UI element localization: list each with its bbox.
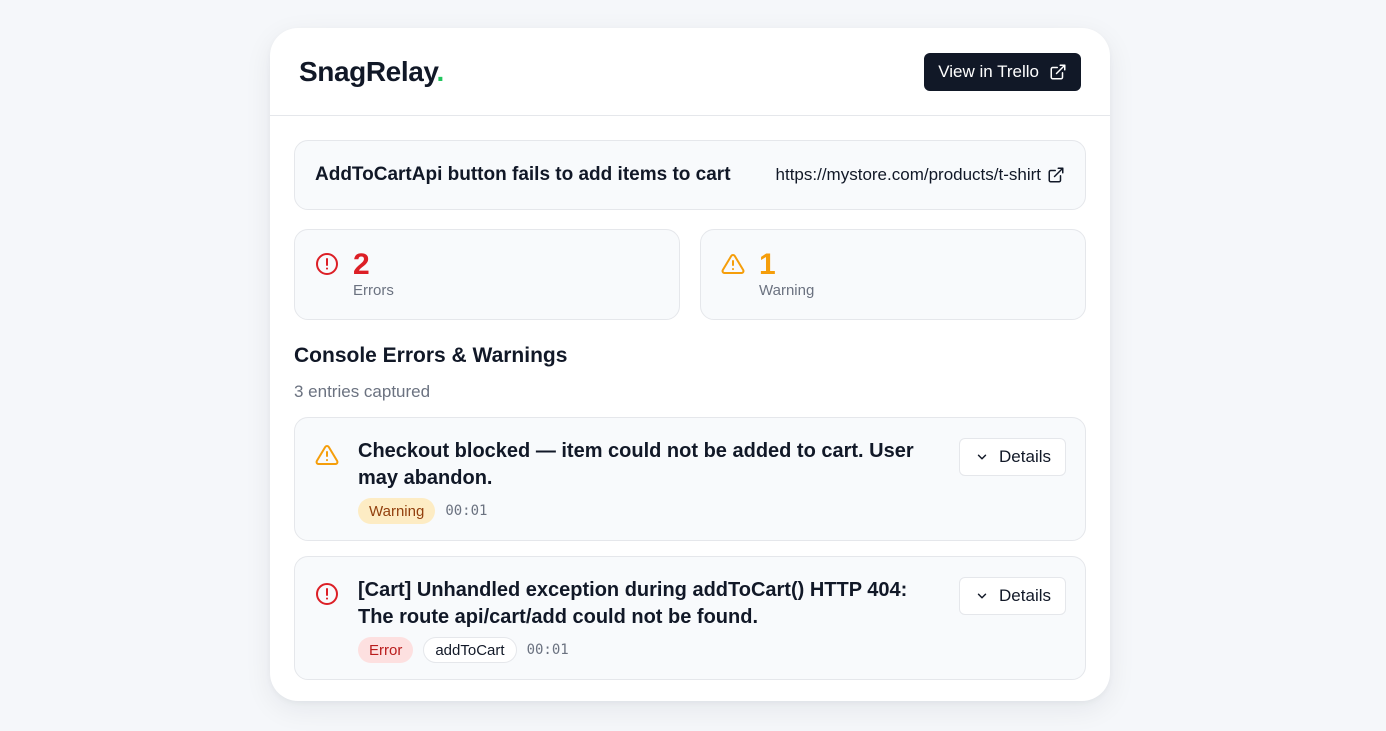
error-circle-icon — [316, 583, 338, 605]
external-link-icon — [1048, 167, 1064, 183]
warnings-label: Warning — [759, 282, 815, 299]
warning-triangle-icon — [721, 253, 745, 274]
logo-text: SnagRelay — [299, 55, 437, 87]
details-button[interactable]: Details — [959, 438, 1066, 476]
chevron-down-icon — [977, 593, 987, 599]
error-badge: Error — [358, 637, 414, 663]
console-entry-error: [Cart] Unhandled exception during addToC… — [294, 556, 1086, 680]
console-entry-warning: Checkout blocked — item could not be add… — [294, 417, 1086, 541]
report-card: SnagRelay. View in Trello AddToCartApi b… — [270, 28, 1110, 701]
report-url-text: https://mystore.com/products/t-shirt — [775, 165, 1041, 184]
report-summary: AddToCartApi button fails to add items t… — [294, 140, 1086, 210]
report-title: AddToCartApi button fails to add items t… — [315, 164, 731, 185]
entry-message: [Cart] Unhandled exception during addToC… — [358, 579, 908, 628]
errors-label: Errors — [353, 282, 394, 299]
errors-count: 2 — [353, 248, 370, 281]
stats-row: 2 Errors 1 Warning — [294, 229, 1086, 320]
entry-tag: addToCart — [423, 637, 517, 663]
entry-message: Checkout blocked — item could not be add… — [358, 440, 914, 489]
warning-badge: Warning — [358, 498, 436, 524]
report-url-link[interactable]: https://mystore.com/products/t-shirt — [776, 165, 1065, 185]
entry-time: 00:01 — [526, 642, 569, 658]
logo-dot: . — [436, 55, 445, 87]
errors-stat-text: 2 Errors — [353, 248, 394, 300]
warning-triangle-icon — [315, 444, 339, 465]
details-label: Details — [999, 447, 1051, 466]
chevron-down-icon — [977, 454, 987, 460]
console-section-subtitle: 3 entries captured — [294, 382, 431, 401]
entry-meta: Error addToCart 00:01 — [358, 637, 1065, 663]
errors-stat-card: 2 Errors — [294, 229, 680, 320]
warnings-count: 1 — [759, 248, 776, 281]
external-link-icon — [1050, 64, 1066, 79]
content: AddToCartApi button fails to add items t… — [270, 116, 1110, 680]
error-circle-icon — [316, 253, 338, 275]
warnings-stat-text: 1 Warning — [759, 248, 815, 300]
view-in-trello-button[interactable]: View in Trello — [924, 52, 1081, 91]
entry-meta: Warning 00:01 — [358, 498, 1065, 524]
warnings-stat-card: 1 Warning — [700, 229, 1086, 320]
view-in-trello-label: View in Trello — [938, 61, 1039, 81]
entry-time: 00:01 — [445, 503, 488, 519]
details-label: Details — [999, 586, 1051, 605]
details-button[interactable]: Details — [959, 577, 1066, 615]
console-section-title: Console Errors & Warnings — [294, 344, 568, 367]
logo: SnagRelay. — [299, 56, 444, 88]
header: SnagRelay. View in Trello — [270, 28, 1110, 116]
